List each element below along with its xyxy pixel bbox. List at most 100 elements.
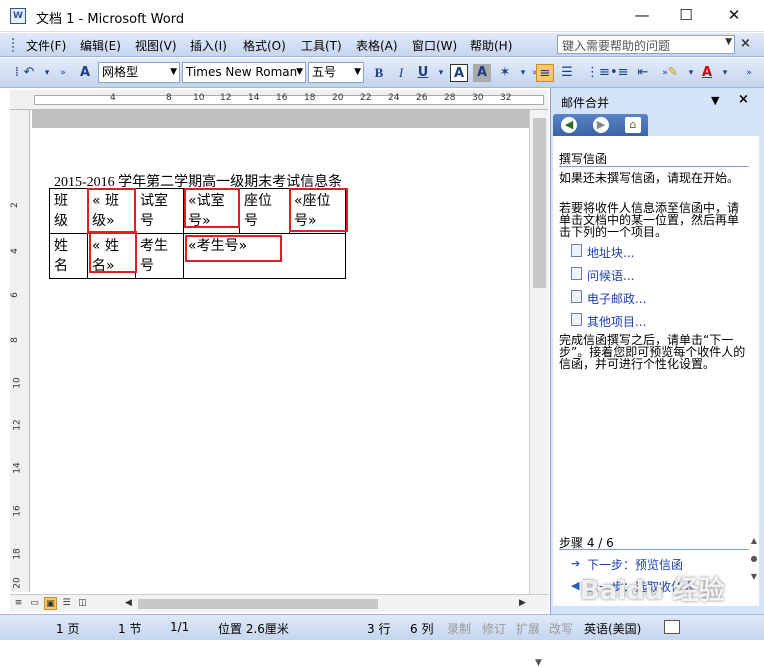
styles-pane-icon[interactable]: A xyxy=(76,64,94,82)
spelling-status-icon[interactable] xyxy=(664,620,680,634)
electronic-postage-link[interactable]: 电子邮政... xyxy=(587,290,646,307)
toolbar-end-options-icon[interactable]: » xyxy=(740,64,758,82)
horizontal-ruler[interactable]: 4 8 10 12 14 16 18 20 22 24 26 28 30 32 xyxy=(10,90,548,110)
status-rec[interactable]: 录制 xyxy=(447,620,471,637)
bullets-button[interactable]: •≡ xyxy=(610,64,629,82)
merge-field-cell[interactable]: « 姓 名» xyxy=(87,233,136,279)
menu-bar: 文件(F) 编辑(E) 视图(V) 插入(I) 格式(O) 工具(T) 表格(A… xyxy=(0,33,764,57)
mail-merge-task-pane: 邮件合并 ▼ × ◀ ▶ ⌂ 撰写信函 如果还未撰写信函，请现在开始。 若要将收… xyxy=(550,88,764,614)
table-cell[interactable]: 座位 号 xyxy=(239,188,290,234)
menu-tools[interactable]: 工具(T) xyxy=(301,37,342,54)
font-size-value: 五号 xyxy=(312,65,337,79)
back-icon[interactable]: ◀ xyxy=(561,117,577,133)
vruler-tick: 2 xyxy=(9,202,20,208)
pane-scroll-dot-icon[interactable]: ● xyxy=(749,554,759,563)
status-bar: 1 页 1 节 1/1 位置 2.6厘米 3 行 6 列 录制 修订 扩展 改写… xyxy=(0,614,764,640)
merge-field-cell[interactable]: «试室 号» xyxy=(183,188,240,234)
scroll-left-icon[interactable]: ◀ xyxy=(122,597,135,610)
table-cell[interactable]: 班 级 xyxy=(49,188,88,234)
greeting-line-link[interactable]: 问候语... xyxy=(587,267,634,284)
maximize-button[interactable]: ☐ xyxy=(664,4,708,28)
info-table[interactable]: 班 级 « 班 级» 试室 号 «试室 号» 座位 号 «座位 号» 姓 名 «… xyxy=(49,188,346,279)
underline-dropdown-icon[interactable]: ▾ xyxy=(432,64,450,82)
character-border-button[interactable]: A xyxy=(450,64,468,82)
hscroll-thumb[interactable] xyxy=(138,599,378,609)
status-column: 6 列 xyxy=(410,622,434,636)
vruler-tick: 8 xyxy=(9,337,20,343)
menu-format[interactable]: 格式(O) xyxy=(243,37,286,54)
web-view-icon[interactable]: ▭ xyxy=(28,597,41,610)
address-block-link[interactable]: 地址块... xyxy=(587,244,634,261)
style-dropdown-icon[interactable]: ▼ xyxy=(170,63,177,82)
font-value: Times New Roman xyxy=(186,65,298,79)
vertical-scrollbar[interactable]: ▼ xyxy=(529,110,549,668)
underline-button[interactable]: U xyxy=(414,64,432,82)
status-page: 1 页 xyxy=(56,622,80,636)
style-combo[interactable]: 网格型 ▼ xyxy=(98,62,180,83)
more-items-link[interactable]: 其他项目... xyxy=(587,313,646,330)
align-justify-button[interactable]: ≡ xyxy=(536,64,554,82)
vertical-ruler[interactable]: 2 4 6 8 10 12 14 16 18 20 xyxy=(10,110,30,592)
close-window-button[interactable]: ✕ xyxy=(712,4,756,28)
intro-text: 如果还未撰写信函，请现在开始。 xyxy=(559,171,740,185)
scrollbar-thumb[interactable] xyxy=(533,118,546,288)
help-search-input[interactable]: 键入需要帮助的问题 ▼ xyxy=(557,35,735,54)
table-cell[interactable]: 试室 号 xyxy=(135,188,184,234)
more-items-icon xyxy=(571,313,582,326)
highlight-button[interactable]: ✎ xyxy=(664,64,682,82)
horizontal-scrollbar[interactable]: ≡ ▭ ▣ ☰ ◫ ◀ ▶ xyxy=(10,594,549,612)
bold-button[interactable]: B xyxy=(370,64,388,82)
print-view-icon[interactable]: ▣ xyxy=(44,597,57,610)
normal-view-icon[interactable]: ≡ xyxy=(12,597,25,610)
numbering-button[interactable]: ⋮≡ xyxy=(586,64,610,82)
undo-icon[interactable]: ↶ xyxy=(20,64,38,82)
align-distributed-button[interactable]: ☰ xyxy=(558,64,576,82)
merge-field-cell[interactable]: «座位 号» xyxy=(289,188,346,234)
character-shading-button[interactable]: A xyxy=(473,64,491,82)
outline-view-icon[interactable]: ☰ xyxy=(60,597,73,610)
status-ext[interactable]: 扩展 xyxy=(516,620,540,637)
pane-scroll-down-icon[interactable]: ▼ xyxy=(749,572,759,581)
table-cell[interactable]: 考生 号 xyxy=(135,233,184,279)
menu-file[interactable]: 文件(F) xyxy=(26,37,66,54)
minimize-button[interactable]: — xyxy=(620,4,664,28)
menu-table[interactable]: 表格(A) xyxy=(356,37,398,54)
word-app-icon: W xyxy=(10,8,26,24)
font-combo[interactable]: Times New Roman ▼ xyxy=(182,62,306,83)
decrease-indent-button[interactable]: ⇤ xyxy=(634,64,652,82)
reading-view-icon[interactable]: ◫ xyxy=(76,597,89,610)
menu-help[interactable]: 帮助(H) xyxy=(470,37,512,54)
pane-scroll-up-icon[interactable]: ▲ xyxy=(749,536,759,545)
font-size-dropdown-icon[interactable]: ▼ xyxy=(354,63,361,82)
vruler-tick: 10 xyxy=(12,377,23,389)
status-trk[interactable]: 修订 xyxy=(482,620,506,637)
help-dropdown-icon[interactable]: ▼ xyxy=(725,37,732,47)
italic-button[interactable]: I xyxy=(392,64,410,82)
task-pane-nav: ◀ ▶ ⌂ xyxy=(553,114,648,136)
character-scale-icon[interactable]: ✶ xyxy=(496,64,514,82)
home-icon[interactable]: ⌂ xyxy=(625,117,641,133)
scroll-right-icon[interactable]: ▶ xyxy=(516,597,529,610)
font-dropdown-icon[interactable]: ▼ xyxy=(296,63,303,82)
toolbar-options-icon[interactable]: » xyxy=(54,64,72,82)
close-document-icon[interactable]: × xyxy=(740,36,751,51)
font-color-button[interactable]: A xyxy=(698,64,716,82)
task-pane-dropdown-icon[interactable]: ▼ xyxy=(711,94,719,107)
scroll-down-icon[interactable]: ▼ xyxy=(535,658,542,668)
merge-field-cell[interactable]: « 班 级» xyxy=(87,188,136,234)
menu-view[interactable]: 视图(V) xyxy=(135,37,177,54)
menu-edit[interactable]: 编辑(E) xyxy=(80,37,121,54)
status-ovr[interactable]: 改写 xyxy=(549,620,573,637)
font-size-combo[interactable]: 五号 ▼ xyxy=(308,62,364,83)
task-pane-content: 撰写信函 如果还未撰写信函，请现在开始。 若要将收件人信息添至信函中，请单击文档… xyxy=(553,136,759,606)
table-cell[interactable]: 姓 名 xyxy=(49,233,88,279)
menu-grip[interactable] xyxy=(12,38,15,52)
forward-icon[interactable]: ▶ xyxy=(593,117,609,133)
menu-window[interactable]: 窗口(W) xyxy=(412,37,457,54)
menu-insert[interactable]: 插入(I) xyxy=(190,37,227,54)
font-color-dropdown-icon[interactable]: ▾ xyxy=(716,64,734,82)
task-pane-close-icon[interactable]: × xyxy=(738,92,749,107)
merge-field-cell[interactable]: «考生号» xyxy=(183,233,346,279)
address-block-icon xyxy=(571,244,582,257)
vruler-tick: 20 xyxy=(12,577,23,589)
